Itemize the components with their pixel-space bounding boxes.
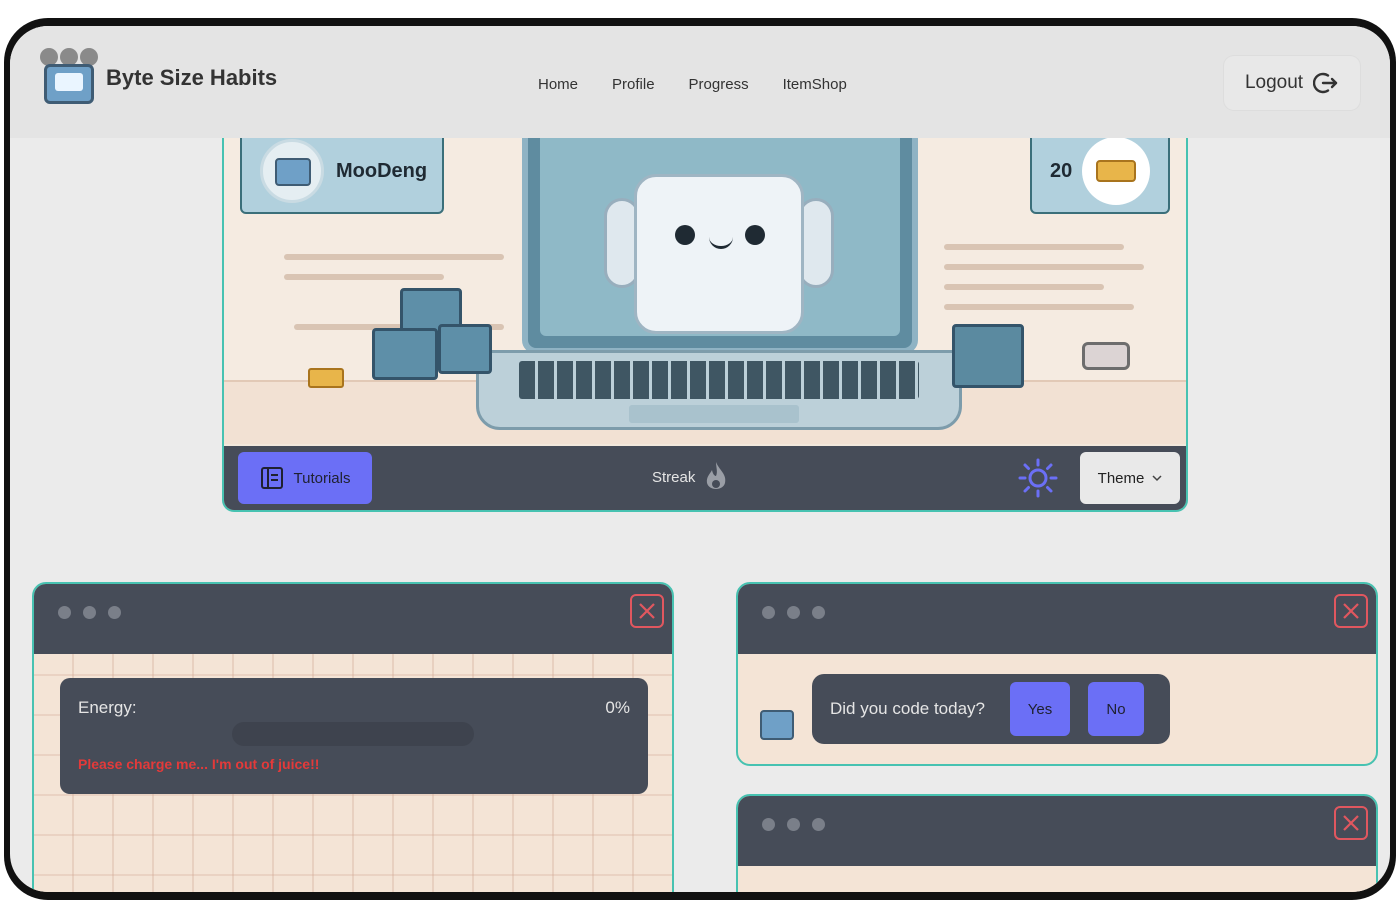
brand[interactable]: Byte Size Habits (40, 48, 277, 108)
widget-titlebar (738, 796, 1376, 866)
coin-card: 20 (1030, 128, 1170, 214)
robot-logo-icon (40, 48, 98, 108)
flame-icon (707, 462, 726, 489)
app-screen: Byte Size Habits Home Profile Progress I… (10, 26, 1390, 892)
sun-icon[interactable] (1018, 458, 1058, 498)
user-card[interactable]: MooDeng (240, 128, 444, 214)
nav-profile[interactable]: Profile (612, 76, 655, 93)
theme-label: Theme (1097, 469, 1145, 487)
robot-avatar-icon (760, 710, 794, 740)
close-button[interactable] (630, 594, 664, 628)
nav-itemshop[interactable]: ItemShop (783, 76, 847, 93)
energy-bar (232, 722, 474, 746)
close-icon (1343, 603, 1359, 619)
streak-indicator: Streak (652, 460, 729, 494)
avatar (260, 139, 324, 203)
mascot-robot (634, 174, 804, 334)
energy-panel: Energy: 0% Please charge me... I'm out o… (60, 678, 648, 794)
streak-label: Streak (652, 468, 696, 486)
hero-panel: MooDeng 20 Tutorials Streak Theme (222, 122, 1188, 512)
app-name: Byte Size Habits (106, 65, 278, 90)
coin-stack-icon (1082, 137, 1151, 205)
question-text: Did you code today? (830, 699, 985, 718)
tutorials-label: Tutorials (293, 469, 351, 487)
close-icon (1343, 815, 1359, 831)
tutorials-button[interactable]: Tutorials (238, 452, 372, 504)
nav-links: Home Profile Progress ItemShop (538, 76, 847, 93)
nav-home[interactable]: Home (538, 76, 578, 93)
logout-icon (1313, 72, 1338, 94)
window-dots (58, 606, 121, 619)
hero-toolbar: Tutorials Streak Theme (224, 446, 1186, 510)
chevron-down-icon (1152, 475, 1162, 482)
close-button[interactable] (1334, 806, 1368, 840)
tutorials-book-icon (260, 467, 283, 489)
logout-button[interactable]: Logout (1224, 56, 1360, 110)
widget-titlebar (34, 584, 672, 654)
close-button[interactable] (1334, 594, 1368, 628)
energy-warning: Please charge me... I'm out of juice!! (78, 756, 320, 772)
code-check-widget: Did you code today? Yes No (736, 582, 1378, 766)
energy-percent: 0% (605, 698, 630, 717)
coin-count: 20 (1050, 159, 1073, 182)
widget-titlebar (738, 584, 1376, 654)
username: MooDeng (336, 159, 428, 182)
close-icon (639, 603, 655, 619)
window-dots (762, 818, 825, 831)
question-bubble: Did you code today? Yes No (812, 674, 1170, 744)
window-dots (762, 606, 825, 619)
nav-progress[interactable]: Progress (689, 76, 749, 93)
no-button[interactable]: No (1088, 682, 1144, 736)
device-frame: Byte Size Habits Home Profile Progress I… (4, 18, 1396, 900)
yes-button[interactable]: Yes (1010, 682, 1070, 736)
logout-label: Logout (1244, 72, 1304, 93)
third-widget (736, 794, 1378, 892)
energy-widget: Energy: 0% Please charge me... I'm out o… (32, 582, 674, 892)
theme-dropdown[interactable]: Theme (1080, 452, 1180, 504)
energy-label: Energy: (78, 698, 137, 717)
top-navbar: Byte Size Habits Home Profile Progress I… (10, 26, 1390, 138)
